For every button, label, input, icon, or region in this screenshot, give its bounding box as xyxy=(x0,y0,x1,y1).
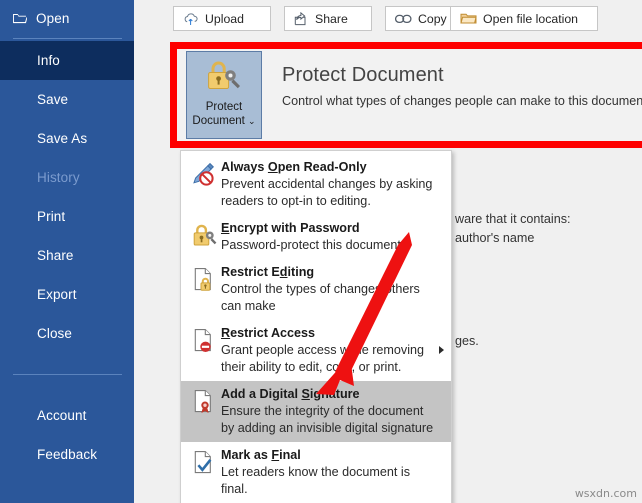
open-file-location-button-label: Open file location xyxy=(483,11,579,26)
menu-item-always-open-read-only[interactable]: Always Open Read-Only Prevent accidental… xyxy=(181,154,451,215)
menu-item-desc-line1: Prevent accidental changes by asking xyxy=(221,177,433,191)
menu-item-desc-line2: by adding an invisible digital signature xyxy=(221,421,434,435)
menu-item-title: Mark as Final xyxy=(221,448,301,462)
word-backstage-info-screen: Open Info Save Save As History Print Sha… xyxy=(0,0,642,503)
protect-document-dropdown-menu[interactable]: Always Open Read-Only Prevent accidental… xyxy=(180,150,452,503)
menu-item-title: Restrict Editing xyxy=(221,265,315,279)
upload-button[interactable]: Upload xyxy=(173,6,271,31)
folder-open-icon xyxy=(12,12,27,24)
share-button-label: Share xyxy=(315,11,348,26)
menu-item-title: Add a Digital Signature xyxy=(221,387,360,401)
protect-button-line2: Document xyxy=(192,115,245,127)
menu-item-restrict-editing[interactable]: Restrict Editing Control the types of ch… xyxy=(181,259,451,320)
background-text-line-2: author's name xyxy=(455,231,535,245)
sidebar-item-share-label: Share xyxy=(37,248,74,263)
document-deny-icon xyxy=(187,325,221,375)
folder-icon xyxy=(460,12,477,25)
background-text-line-1: ware that it contains: xyxy=(455,212,571,226)
protect-document-button[interactable]: Protect Document ⌄ xyxy=(186,51,262,139)
document-ribbon-icon xyxy=(187,386,221,436)
menu-item-desc-line1: Control the types of changes others xyxy=(221,282,420,296)
document-check-icon xyxy=(187,447,221,497)
document-lock-icon xyxy=(187,264,221,314)
sidebar-item-save[interactable]: Save xyxy=(0,80,134,119)
protect-document-button-label: Protect Document ⌄ xyxy=(192,100,255,128)
sidebar-item-export[interactable]: Export xyxy=(0,275,134,314)
link-icon xyxy=(395,14,412,24)
menu-item-encrypt-with-password[interactable]: Encrypt with Password Password-protect t… xyxy=(181,215,451,259)
sidebar-item-feedback-label: Feedback xyxy=(37,447,98,462)
chevron-down-icon[interactable]: ⌄ xyxy=(248,116,256,126)
protect-document-title: Protect Document xyxy=(282,64,444,86)
protect-document-description: Control what types of changes people can… xyxy=(282,94,642,108)
sidebar-item-open-label: Open xyxy=(36,10,70,26)
menu-item-title: Restrict Access xyxy=(221,326,316,340)
lock-key-icon xyxy=(204,59,244,96)
background-text-line-3: ges. xyxy=(455,334,479,348)
share-icon xyxy=(294,11,309,26)
sidebar-item-print-label: Print xyxy=(37,209,66,224)
submenu-chevron-icon[interactable] xyxy=(439,346,444,354)
sidebar-item-close-label: Close xyxy=(37,326,73,341)
sidebar-item-save-as-label: Save As xyxy=(37,131,88,146)
sidebar-item-save-as[interactable]: Save As xyxy=(0,119,134,158)
protect-button-line1: Protect xyxy=(205,101,243,113)
file-command-bar: Upload Share Copy path Open file locatio… xyxy=(134,0,642,42)
menu-item-desc-line2: final. xyxy=(221,482,248,496)
menu-item-mark-as-final[interactable]: Mark as Final Let readers know the docum… xyxy=(181,442,451,503)
padlock-key-icon xyxy=(187,220,221,253)
sidebar-item-save-label: Save xyxy=(37,92,69,107)
sidebar-item-account-label: Account xyxy=(37,408,87,423)
pencil-no-edit-icon xyxy=(187,159,221,209)
sidebar-item-close[interactable]: Close xyxy=(0,314,134,353)
protect-document-text: Protect Document Control what types of c… xyxy=(282,49,642,108)
cloud-upload-icon xyxy=(183,12,199,26)
menu-item-desc-line1: Ensure the integrity of the document xyxy=(221,404,424,418)
sidebar-item-feedback[interactable]: Feedback xyxy=(0,435,134,474)
watermark: wsxdn.com xyxy=(574,487,637,500)
protect-document-panel: Protect Document ⌄ Protect Document Cont… xyxy=(177,49,642,141)
sidebar-item-print[interactable]: Print xyxy=(0,197,134,236)
menu-item-desc-line2: readers to opt-in to editing. xyxy=(221,194,371,208)
sidebar-item-info[interactable]: Info xyxy=(0,41,134,80)
sidebar-item-history-label: History xyxy=(37,170,80,185)
backstage-sidebar: Open Info Save Save As History Print Sha… xyxy=(0,0,134,503)
share-button[interactable]: Share xyxy=(284,6,372,31)
menu-item-title: Encrypt with Password xyxy=(221,221,360,235)
sidebar-item-share[interactable]: Share xyxy=(0,236,134,275)
open-file-location-button[interactable]: Open file location xyxy=(450,6,598,31)
sidebar-item-info-label: Info xyxy=(37,53,60,68)
menu-item-restrict-access[interactable]: Restrict Access Grant people access whil… xyxy=(181,320,451,381)
menu-item-add-digital-signature[interactable]: Add a Digital Signature Ensure the integ… xyxy=(181,381,451,442)
upload-button-label: Upload xyxy=(205,11,244,26)
sidebar-item-account[interactable]: Account xyxy=(0,396,134,435)
sidebar-item-open[interactable]: Open xyxy=(0,0,134,36)
sidebar-item-export-label: Export xyxy=(37,287,77,302)
sidebar-item-history: History xyxy=(0,158,134,197)
menu-item-desc-line2: their ability to edit, copy, or print. xyxy=(221,360,402,374)
menu-item-desc-line2: can make xyxy=(221,299,276,313)
menu-item-title: Always Open Read-Only xyxy=(221,160,367,174)
sidebar-divider-bottom xyxy=(13,374,122,375)
sidebar-divider-top xyxy=(13,38,122,39)
menu-item-desc-line1: Let readers know the document is xyxy=(221,465,411,479)
menu-item-desc-line1: Grant people access while removing xyxy=(221,343,425,357)
menu-item-desc-line1: Password-protect this document. xyxy=(221,238,405,252)
